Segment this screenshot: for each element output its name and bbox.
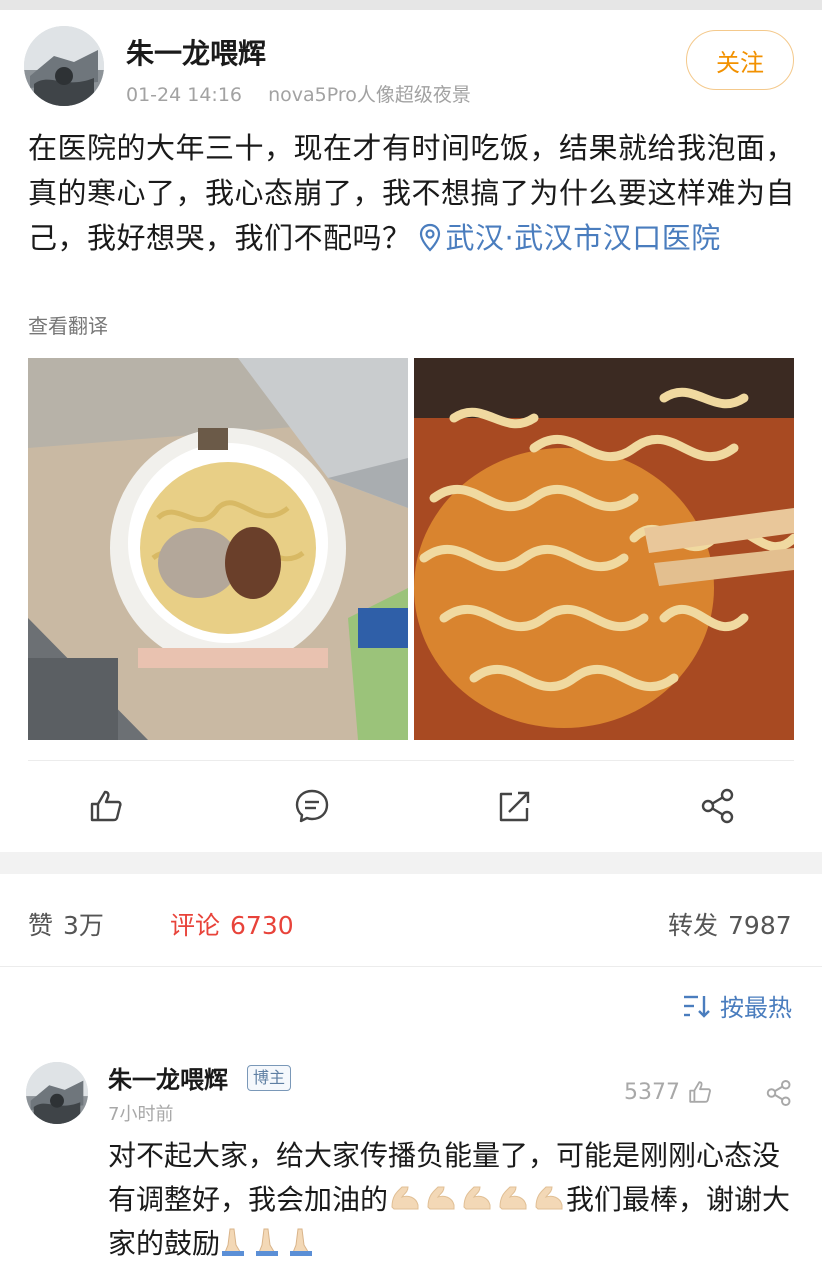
action-divider bbox=[28, 760, 794, 761]
location-link[interactable]: 武汉·武汉市汉口医院 bbox=[412, 221, 721, 255]
photo-noodle-cup[interactable] bbox=[28, 358, 408, 740]
photo-noodle-closeup[interactable] bbox=[414, 358, 794, 740]
comment-time: 7小时前 bbox=[108, 1104, 174, 1125]
comment-author-avatar[interactable] bbox=[26, 1062, 88, 1124]
comment-icon[interactable] bbox=[292, 786, 332, 826]
thumbs-up-icon[interactable] bbox=[86, 786, 126, 826]
comment-like-count: 5377 bbox=[624, 1079, 680, 1105]
comment-author-name[interactable]: 朱一龙喂辉 bbox=[108, 1060, 228, 1095]
post-meta: 01-24 14:16 nova5Pro人像超级夜景 bbox=[126, 80, 491, 107]
sort-hottest-button[interactable]: 按最热 bbox=[682, 988, 792, 1023]
comment-stat-count: 6730 bbox=[230, 911, 294, 940]
section-separator bbox=[0, 852, 822, 874]
follow-button[interactable]: 关注 bbox=[686, 30, 794, 90]
repost-stat-count: 7987 bbox=[728, 911, 792, 940]
repost-stat-tab[interactable]: 转发 7987 bbox=[668, 906, 792, 942]
sort-icon bbox=[684, 995, 710, 1018]
post-author-name[interactable]: 朱一龙喂辉 bbox=[126, 32, 266, 72]
comment-like-button[interactable]: 5377 bbox=[624, 1078, 714, 1106]
comment-stat-tab[interactable]: 评论 6730 bbox=[170, 906, 294, 942]
comment-stat-label: 评论 bbox=[170, 911, 221, 940]
like-stat-count: 3万 bbox=[63, 911, 104, 940]
like-stat-tab[interactable]: 赞 3万 bbox=[28, 906, 104, 942]
thumbs-up-icon bbox=[689, 1081, 711, 1103]
repost-icon[interactable] bbox=[494, 786, 534, 826]
author-badge: 博主 bbox=[247, 1065, 292, 1091]
post-device: nova5Pro人像超级夜景 bbox=[268, 84, 471, 106]
comment-body: 对不起大家，给大家传播负能量了，可能是刚刚心态没有调整好，我会加油的 我们最棒，谢… bbox=[108, 1134, 798, 1266]
comment-share-icon[interactable] bbox=[764, 1078, 794, 1108]
translate-link[interactable]: 查看翻译 bbox=[28, 310, 108, 339]
top-status-strip bbox=[0, 0, 822, 10]
stats-divider bbox=[0, 966, 822, 967]
post-body: 在医院的大年三十，现在才有时间吃饭，结果就给我泡面，真的寒心了，我心态崩了，我不… bbox=[28, 126, 796, 261]
repost-stat-label: 转发 bbox=[668, 911, 719, 940]
post-date: 01-24 14:16 bbox=[126, 84, 243, 106]
praying-hands-icon-row bbox=[222, 1228, 313, 1256]
location-text: 武汉·武汉市汉口医院 bbox=[445, 221, 721, 255]
flexed-biceps-icon-row bbox=[391, 1186, 563, 1210]
like-stat-label: 赞 bbox=[28, 911, 54, 940]
share-icon[interactable] bbox=[698, 786, 738, 826]
location-pin-icon bbox=[419, 223, 440, 252]
author-avatar[interactable] bbox=[24, 26, 104, 106]
sort-label: 按最热 bbox=[720, 994, 792, 1022]
